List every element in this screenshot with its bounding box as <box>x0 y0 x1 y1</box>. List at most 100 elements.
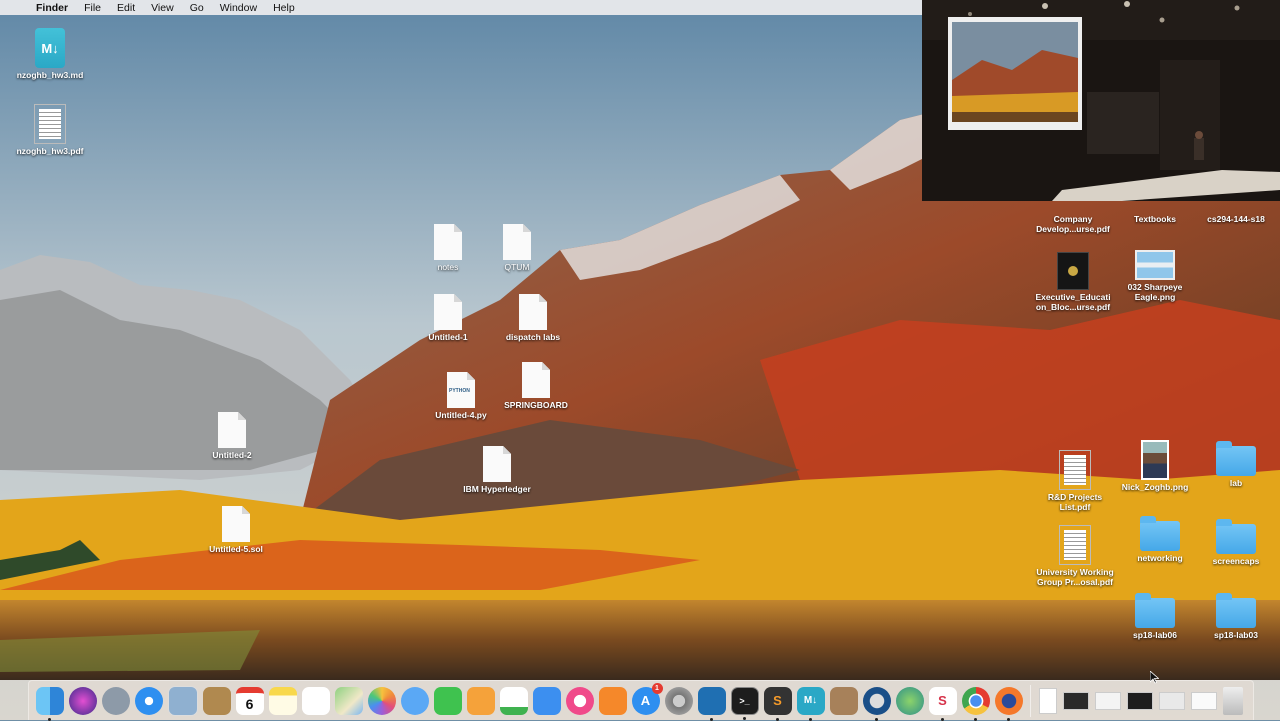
pdf-cover-icon <box>1057 252 1089 290</box>
menu-file[interactable]: File <box>76 2 109 14</box>
contacts-icon[interactable] <box>202 686 231 715</box>
file-label: Executive_Educati on_Bloc...urse.pdf <box>1035 292 1111 312</box>
desktop-file-untitled-2[interactable]: Untitled-2 <box>184 412 280 460</box>
calendar-icon[interactable]: 6 <box>235 686 264 715</box>
app-store-icon[interactable]: A1 <box>631 682 663 715</box>
pdf-file-icon <box>1059 450 1091 490</box>
markdown-glyph: M↓ <box>41 40 59 56</box>
terminal-icon[interactable]: >_ <box>730 686 759 720</box>
preview-icon[interactable] <box>167 685 198 716</box>
pdf-file-icon <box>34 104 66 144</box>
desktop-folder-screencaps[interactable]: screencaps <box>1188 518 1280 566</box>
markdown-editor-icon[interactable]: M↓ <box>796 686 825 721</box>
safari-icon[interactable] <box>134 686 163 715</box>
file-label: nzoghb_hw3.pdf <box>16 146 84 156</box>
menu-edit[interactable]: Edit <box>109 2 143 14</box>
chrome-icon[interactable] <box>961 686 990 721</box>
mouse-cursor-icon <box>1150 671 1159 684</box>
archive-utility-icon[interactable] <box>829 686 858 715</box>
sublime-glyph: S <box>773 693 782 708</box>
python-tag: PYTHON <box>449 388 470 394</box>
maps-icon[interactable] <box>334 686 363 715</box>
desktop-file-md[interactable]: M↓ nzoghb_hw3.md <box>2 28 98 80</box>
desktop-file-untitled-5[interactable]: Untitled-5.sol <box>188 506 284 554</box>
desktop-file-university[interactable]: University Working Group Pr...osal.pdf <box>1027 525 1123 587</box>
pdf-file-icon <box>1059 525 1091 565</box>
desktop-folder-sp18-lab03[interactable]: sp18-lab03 <box>1188 592 1280 640</box>
system-preferences-icon[interactable] <box>664 686 693 715</box>
minimized-window-thumbnail[interactable] <box>1191 691 1217 710</box>
document-icon <box>434 224 462 260</box>
file-label: Untitled-1 <box>428 332 468 342</box>
itunes-icon[interactable] <box>565 686 594 715</box>
ibooks-icon[interactable] <box>598 686 627 715</box>
document-icon <box>522 362 550 398</box>
menu-app-finder[interactable]: Finder <box>34 2 76 14</box>
folder-label: networking <box>1137 553 1183 563</box>
file-label: SPRINGBOARD <box>504 400 568 410</box>
finder-icon[interactable] <box>35 686 64 721</box>
keynote-icon[interactable] <box>532 686 561 715</box>
trash-icon[interactable] <box>1222 686 1243 715</box>
minimized-window-thumbnail[interactable] <box>1095 691 1121 710</box>
minimized-window-thumbnail[interactable] <box>1127 691 1153 710</box>
file-label: Untitled-5.sol <box>209 544 263 554</box>
minimized-window-thumbnail[interactable] <box>1063 691 1089 710</box>
photos-icon[interactable] <box>367 686 396 715</box>
file-label: dispatch labs <box>505 332 561 342</box>
dock: 6 A1 >_ S M↓ S <box>28 680 1254 721</box>
dock-separator <box>1030 684 1031 717</box>
siri-icon[interactable] <box>68 686 97 715</box>
document-icon <box>519 294 547 330</box>
reminders-icon[interactable] <box>301 686 330 715</box>
menu-window[interactable]: Window <box>212 2 265 14</box>
menu-help[interactable]: Help <box>265 2 303 14</box>
markdown-dock-glyph: M↓ <box>803 695 818 706</box>
menu-go[interactable]: Go <box>182 2 212 14</box>
python-file-icon: PYTHON <box>447 372 475 408</box>
file-label: R&D Projects List.pdf <box>1047 492 1103 512</box>
folder-label: screencaps <box>1212 556 1260 566</box>
desktop-folder-cs294[interactable]: cs294-144-s18 <box>1188 212 1280 224</box>
desktop-file-untitled-1[interactable]: Untitled-1 <box>400 294 496 342</box>
sublime-text-icon[interactable]: S <box>763 686 792 721</box>
image-thumbnail-icon <box>1135 250 1175 280</box>
file-label: University Working Group Pr...osal.pdf <box>1036 567 1114 587</box>
vscode-icon[interactable] <box>697 686 726 721</box>
minimized-window-thumbnail[interactable] <box>1159 691 1185 710</box>
firefox-icon[interactable] <box>994 686 1023 721</box>
launchpad-icon[interactable] <box>101 686 130 715</box>
app-store-badge: 1 <box>651 682 663 694</box>
image-thumbnail-icon <box>1141 440 1169 480</box>
folder-icon <box>1216 519 1256 554</box>
desktop-file-dispatch-labs[interactable]: dispatch labs <box>485 294 581 342</box>
facetime-icon[interactable] <box>433 686 462 715</box>
desktop-file-sharpeye[interactable]: 032 Sharpeye Eagle.png <box>1107 250 1203 302</box>
numbers-icon[interactable] <box>499 686 528 715</box>
document-icon <box>483 446 511 482</box>
document-icon <box>503 224 531 260</box>
quicktime-icon[interactable] <box>862 686 891 721</box>
minimized-window-thumbnail[interactable] <box>1039 687 1057 714</box>
messages-icon[interactable] <box>400 686 429 715</box>
file-label: nzoghb_hw3.md <box>16 70 84 80</box>
folder-label: sp18-lab06 <box>1133 630 1177 640</box>
camera-video-overlay <box>922 0 1280 201</box>
notes-icon[interactable] <box>268 686 297 715</box>
slack-icon[interactable]: S <box>928 686 957 721</box>
folder-label: Textbooks <box>1134 214 1176 224</box>
desktop-file-ibm-hyperledger[interactable]: IBM Hyperledger <box>449 446 545 494</box>
file-label: 032 Sharpeye Eagle.png <box>1127 282 1183 302</box>
menu-view[interactable]: View <box>143 2 182 14</box>
sync-icon[interactable] <box>895 686 924 715</box>
file-label: Untitled-4.py <box>435 410 487 420</box>
calendar-day: 6 <box>245 695 254 712</box>
desktop-folder-lab[interactable]: lab <box>1188 440 1280 488</box>
desktop-file-springboard[interactable]: SPRINGBOARD <box>488 362 584 410</box>
folder-icon <box>1216 593 1256 628</box>
pages-icon[interactable] <box>466 686 495 715</box>
document-icon <box>222 506 250 542</box>
file-label: Untitled-2 <box>212 450 252 460</box>
desktop-file-pdf[interactable]: nzoghb_hw3.pdf <box>2 104 98 156</box>
desktop-file-qtum[interactable]: QTUM <box>469 224 565 272</box>
